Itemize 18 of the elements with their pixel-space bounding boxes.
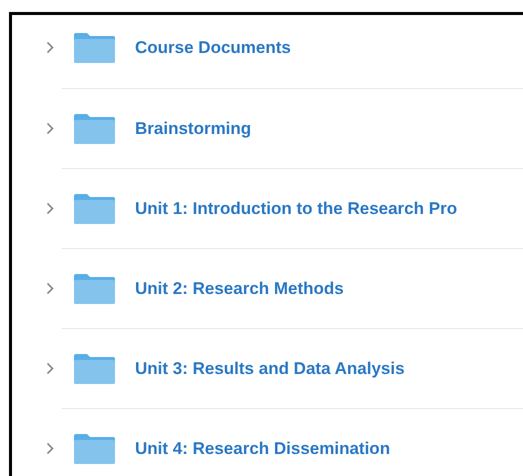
folder-link[interactable]: Unit 3: Results and Data Analysis — [135, 358, 405, 378]
folder-link[interactable]: Unit 2: Research Methods — [135, 278, 344, 298]
folder-icon — [73, 32, 116, 64]
chevron-icon[interactable] — [46, 202, 54, 215]
chevron-icon[interactable] — [46, 442, 54, 455]
chevron-icon[interactable] — [46, 122, 54, 135]
folder-link[interactable]: Unit 4: Research Dissemination — [135, 438, 390, 458]
folder-icon — [73, 352, 116, 384]
folder-link[interactable]: Unit 1: Introduction to the Research Pro — [135, 198, 458, 218]
chevron-icon[interactable] — [46, 282, 54, 295]
folder-icon — [73, 272, 116, 304]
folder-icon — [73, 192, 116, 224]
folder-link[interactable]: Brainstorming — [135, 118, 252, 138]
folder-icon — [73, 112, 116, 144]
folder-link[interactable]: Course Documents — [135, 38, 291, 58]
chevron-icon[interactable] — [46, 41, 54, 54]
chevron-icon[interactable] — [46, 362, 54, 375]
folder-icon — [73, 432, 116, 464]
